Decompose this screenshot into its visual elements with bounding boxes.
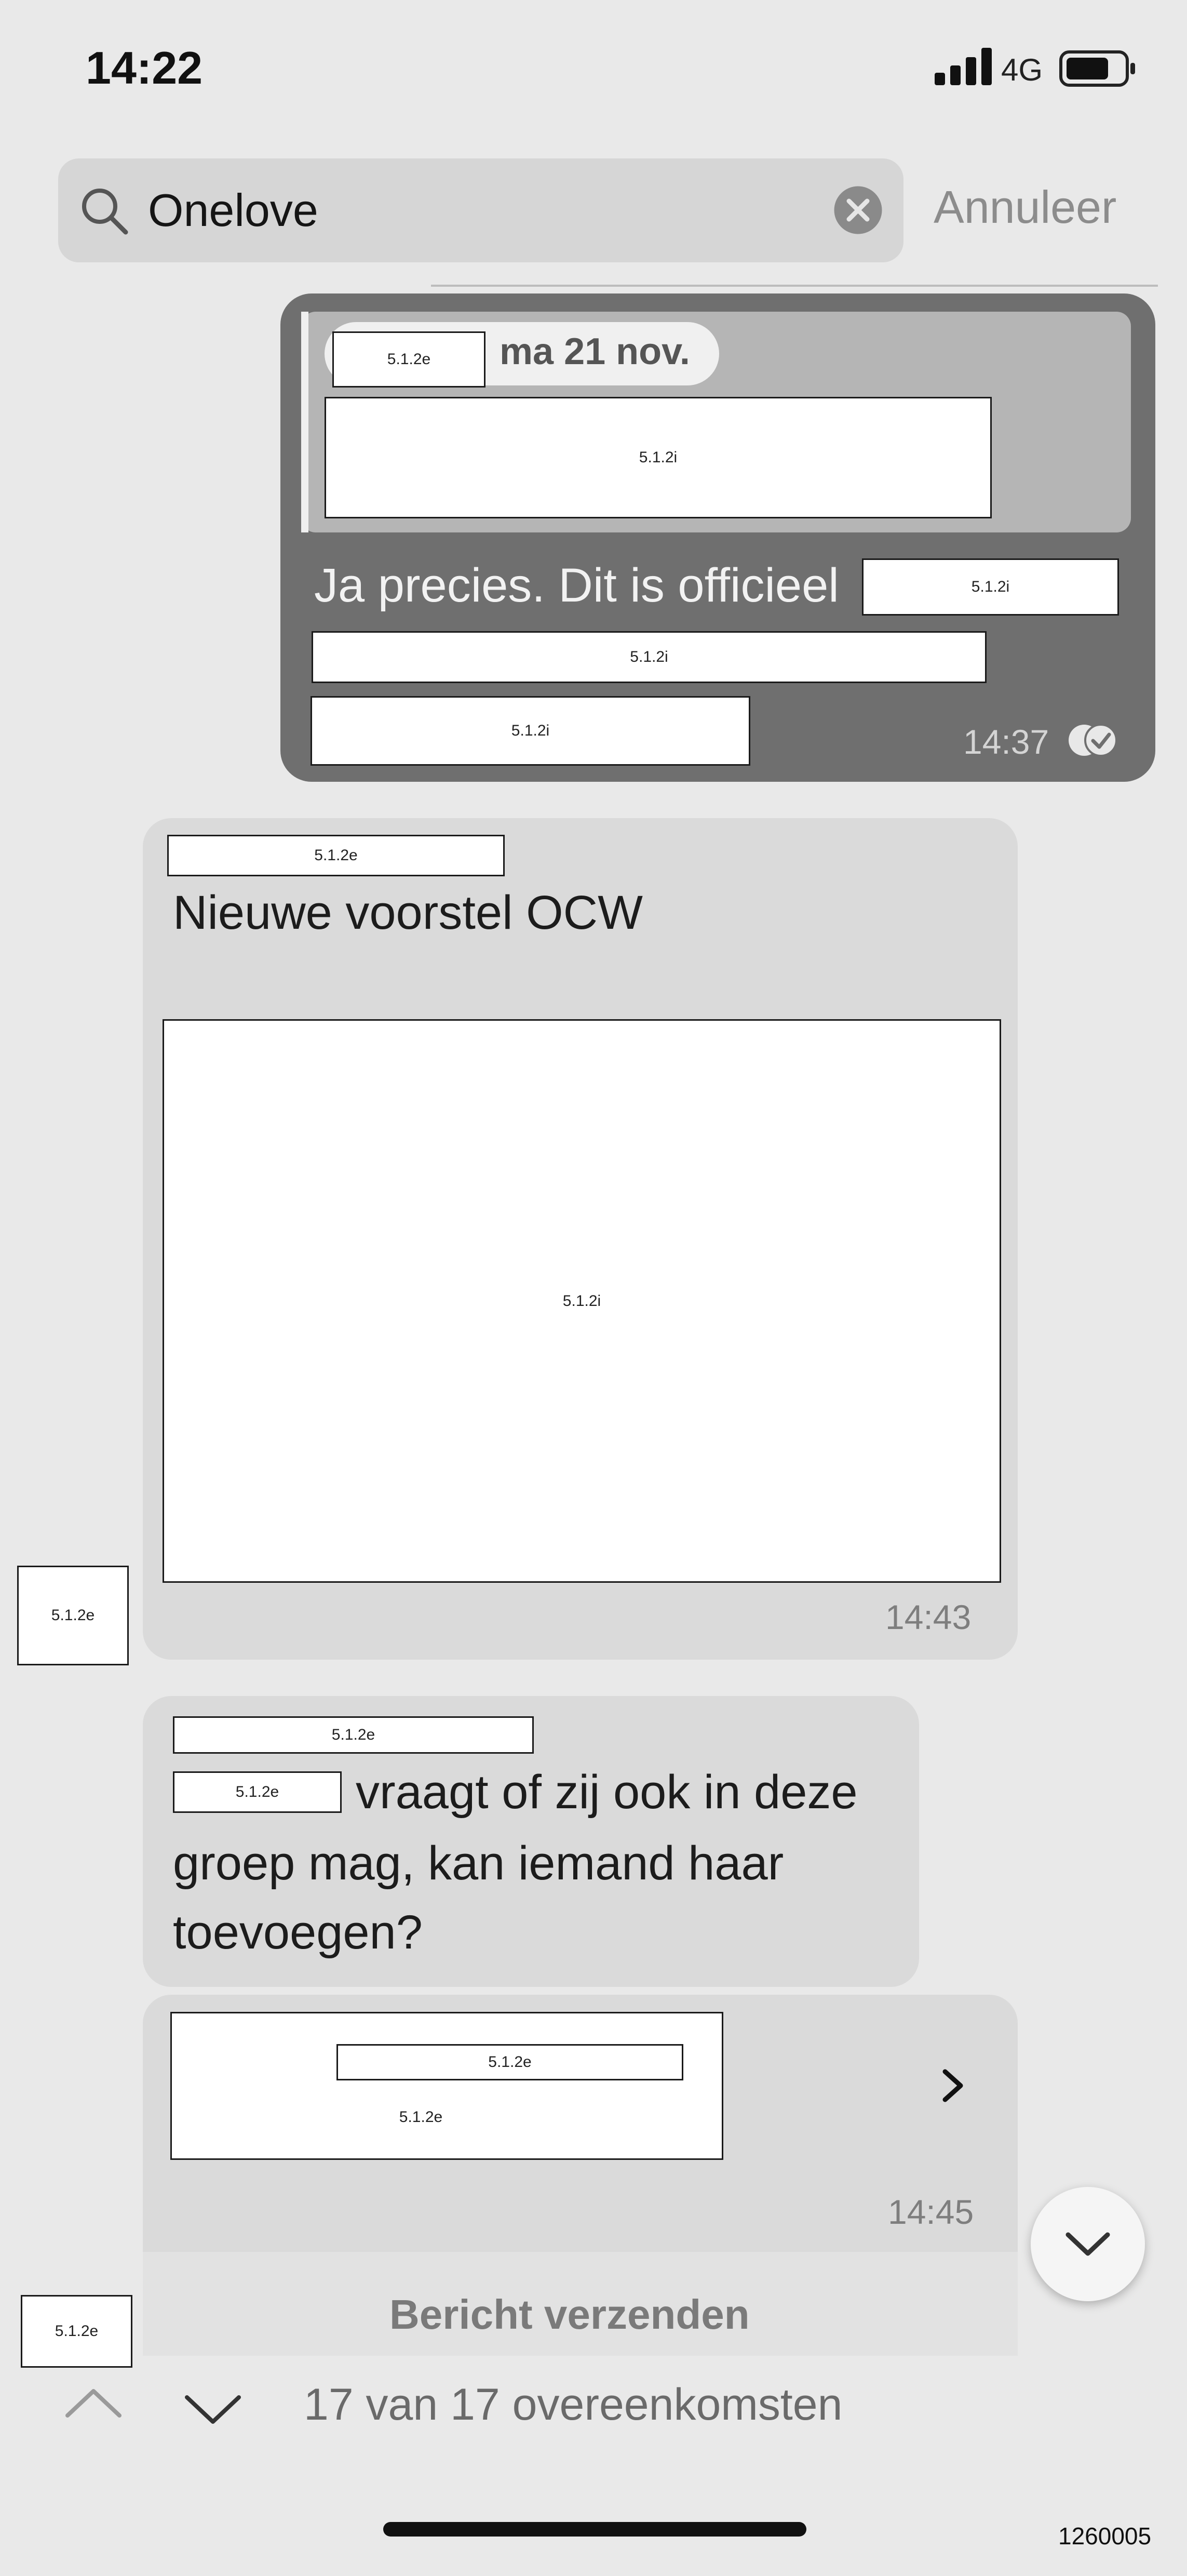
redacted-contact-name: 5.1.2e xyxy=(336,2044,683,2080)
header-divider xyxy=(431,285,1158,287)
search-icon xyxy=(82,189,128,235)
chevron-up-icon xyxy=(65,2389,122,2418)
document-number: 1260005 xyxy=(1058,2522,1152,2550)
status-time: 14:22 xyxy=(86,42,203,94)
home-indicator[interactable] xyxy=(383,2522,806,2537)
redacted-contact-card[interactable]: 5.1.2e xyxy=(170,2012,723,2160)
previous-result-button[interactable] xyxy=(62,2382,125,2423)
reply-quote-accent-bar xyxy=(301,312,308,532)
battery-icon xyxy=(1059,50,1135,87)
incoming-message-text: Nieuwe voorstel OCW xyxy=(173,886,643,939)
message-time: 14:43 xyxy=(885,1598,972,1636)
redacted-sender-name: 5.1.2e xyxy=(173,1716,534,1754)
date-pill-label: ma 21 nov. xyxy=(500,331,690,372)
redacted-sender-name: 5.1.2e xyxy=(332,331,485,388)
chevron-right-icon[interactable] xyxy=(935,2067,971,2104)
outgoing-message-text: Ja precies. Dit is officieel xyxy=(314,559,839,612)
send-message-button[interactable]: Bericht verzenden xyxy=(389,2291,750,2339)
clear-search-icon[interactable] xyxy=(833,185,883,235)
scroll-to-bottom-button[interactable] xyxy=(1031,2187,1145,2301)
incoming-message-line: toevoegen? xyxy=(173,1906,423,1959)
redacted-message-content: 5.1.2i xyxy=(862,558,1119,616)
redacted-attachment-image[interactable]: 5.1.2i xyxy=(163,1019,1001,1583)
redacted-quoted-content: 5.1.2i xyxy=(325,397,992,518)
message-time: 14:45 xyxy=(888,2193,974,2231)
read-receipt-icon xyxy=(1069,724,1117,757)
redacted-person-name: 5.1.2e xyxy=(173,1771,342,1813)
next-result-button[interactable] xyxy=(182,2390,244,2431)
redacted-avatar[interactable]: 5.1.2e xyxy=(21,2295,132,2368)
match-count-label: 17 van 17 overeenkomsten xyxy=(304,2380,843,2430)
redacted-message-content: 5.1.2i xyxy=(311,696,750,766)
chevron-down-icon xyxy=(185,2395,241,2424)
message-time: 14:37 xyxy=(963,723,1049,761)
incoming-message-line: vraagt of zij ook in deze xyxy=(356,1766,858,1819)
cancel-button[interactable]: Annuleer xyxy=(934,181,1116,234)
chevron-down-icon xyxy=(1065,2232,1110,2256)
signal-bars-icon xyxy=(935,48,992,85)
incoming-message-line: groep mag, kan iemand haar xyxy=(173,1837,784,1890)
search-input[interactable] xyxy=(148,182,823,239)
redacted-sender-name: 5.1.2e xyxy=(167,835,505,876)
redacted-message-content: 5.1.2i xyxy=(312,631,987,683)
network-type-label: 4G xyxy=(1001,52,1043,87)
redacted-avatar[interactable]: 5.1.2e xyxy=(17,1566,129,1665)
